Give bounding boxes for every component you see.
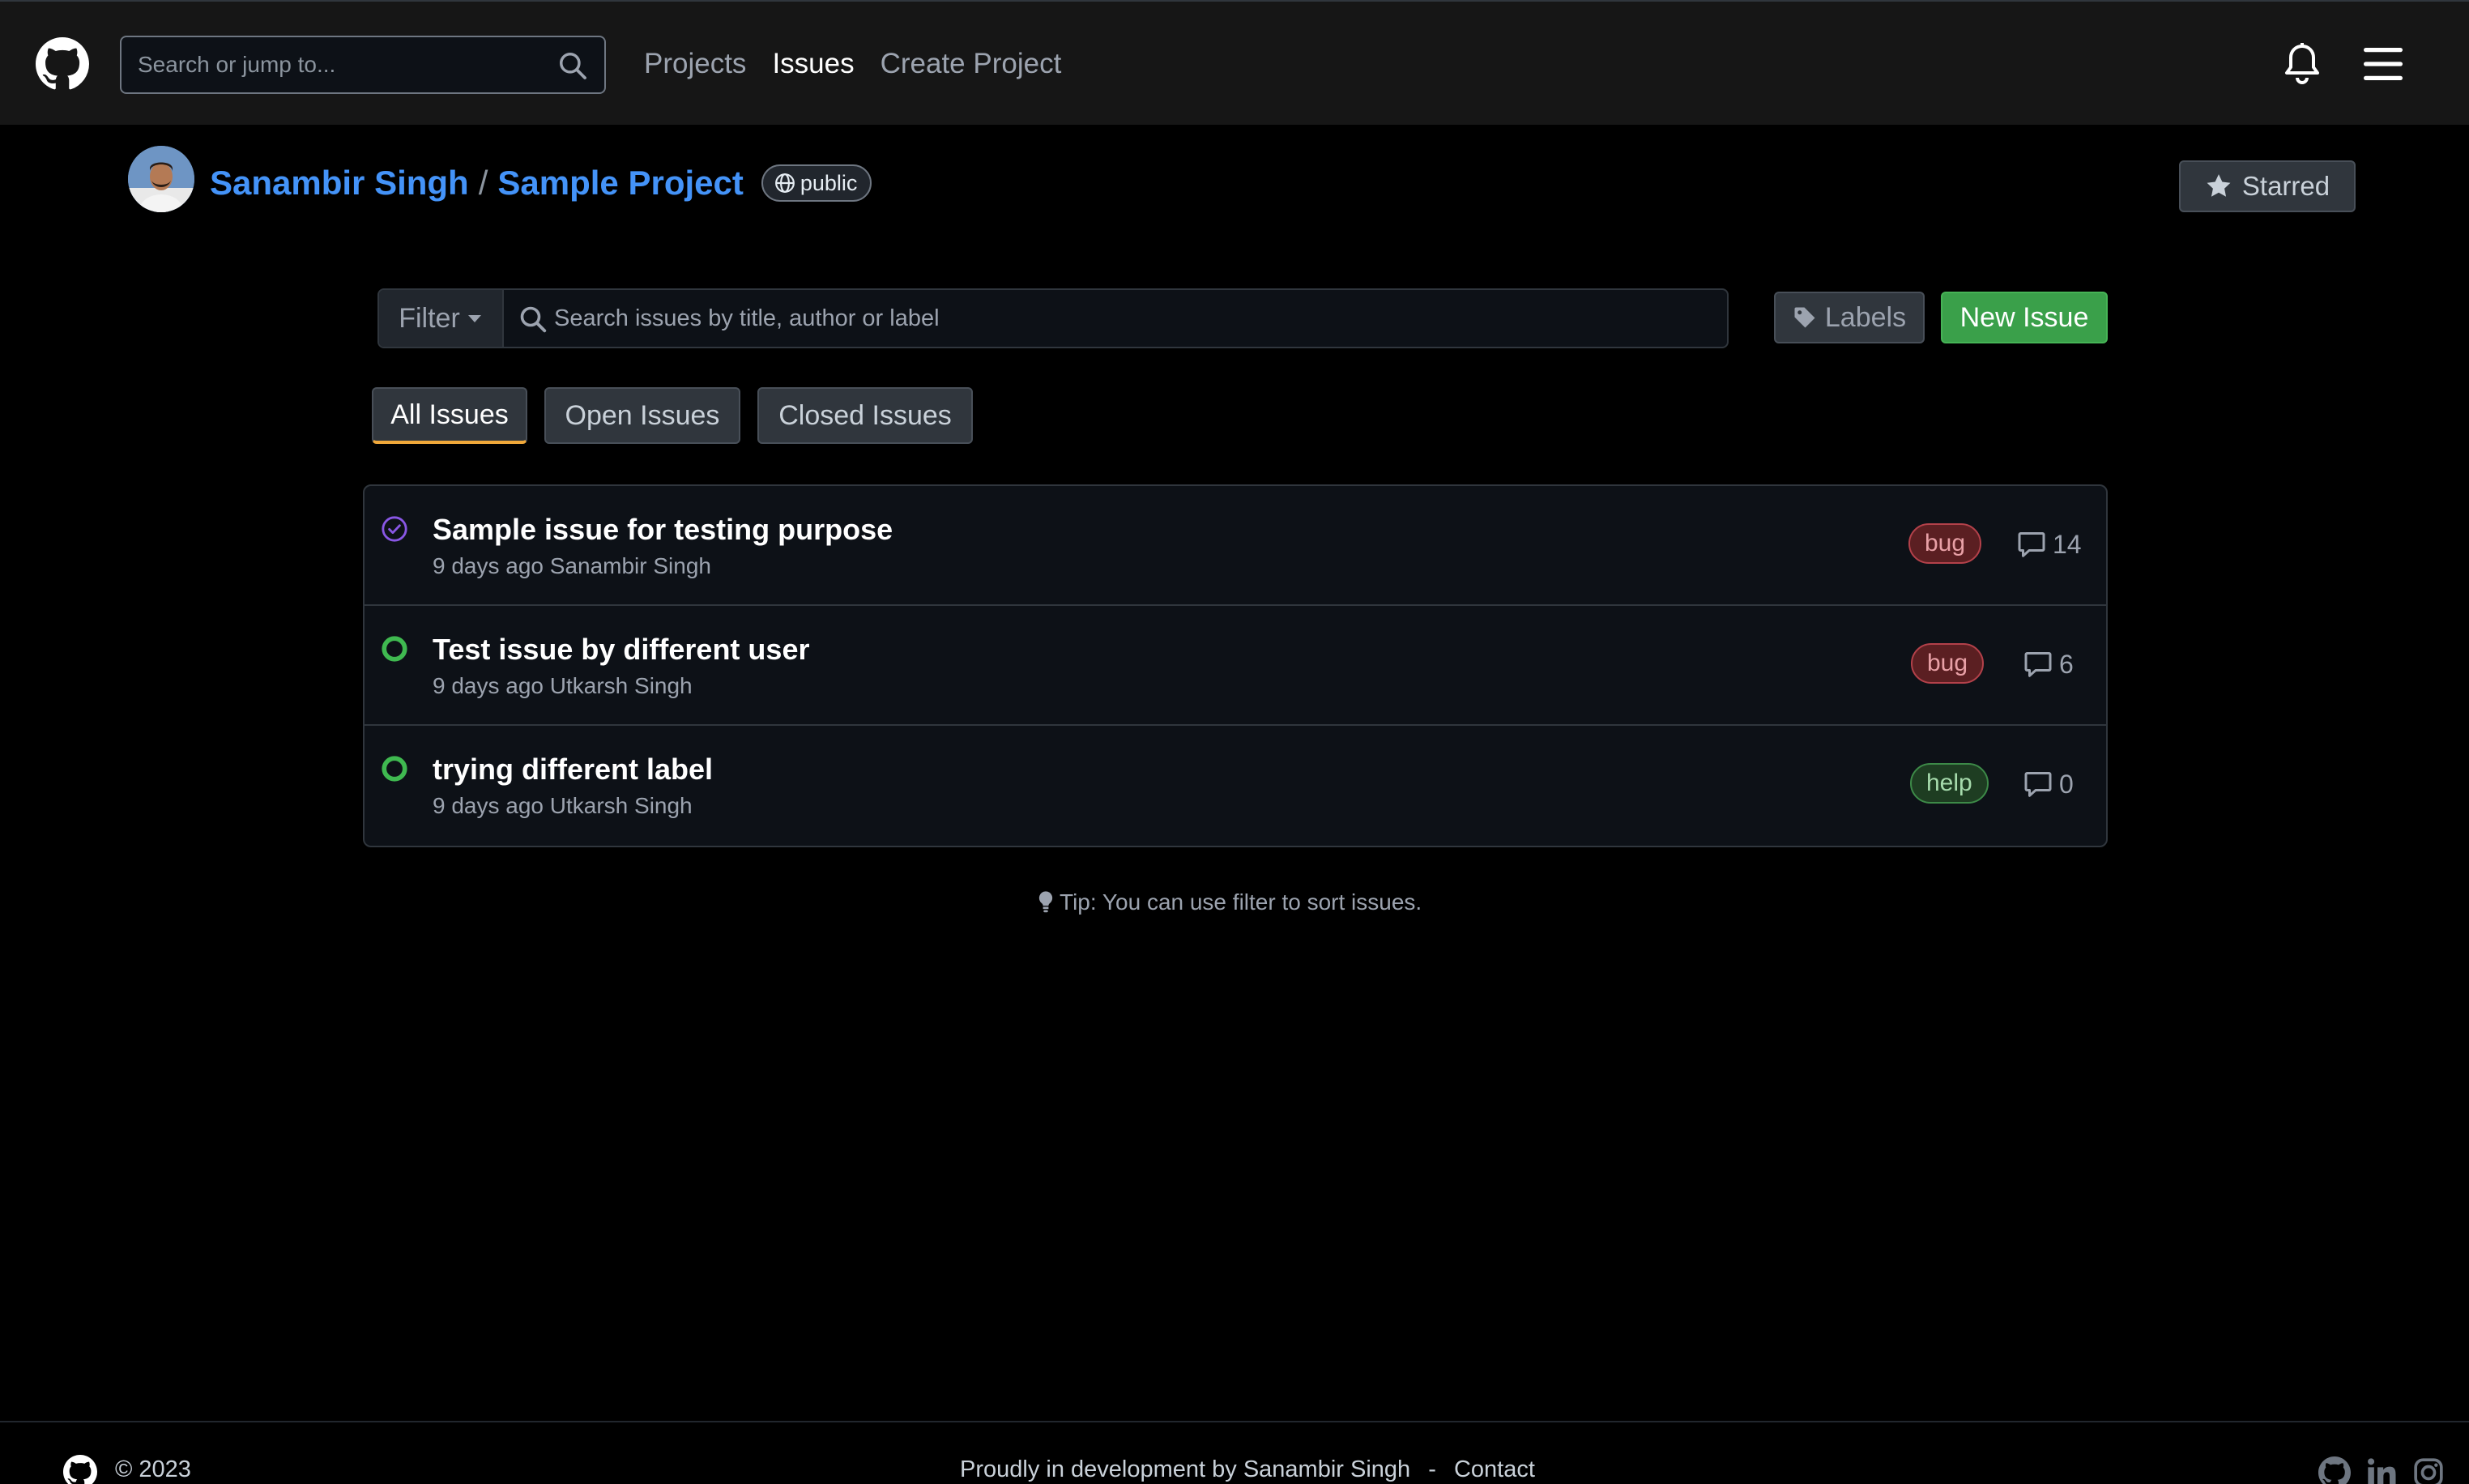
tab-closed-issues[interactable]: Closed Issues xyxy=(757,387,973,444)
github-icon[interactable] xyxy=(2318,1456,2351,1484)
tip-label: Tip: You can use filter to sort issues. xyxy=(1060,889,1422,915)
issue-label-bug[interactable]: bug xyxy=(1911,643,1985,684)
starred-button[interactable]: Starred xyxy=(2179,160,2356,212)
filter-label: Filter xyxy=(399,302,460,334)
issue-label-help[interactable]: help xyxy=(1910,763,1989,804)
top-nav: Projects Issues Create Project xyxy=(0,0,2469,125)
nav-link-issues[interactable]: Issues xyxy=(772,45,854,83)
hamburger-menu-icon[interactable] xyxy=(2364,45,2403,83)
issue-title-link[interactable]: Test issue by different user xyxy=(433,632,809,667)
issue-list: Sample issue for testing purpose 9 days … xyxy=(363,484,2108,847)
open-issue-icon xyxy=(382,636,407,662)
issue-meta: 9 days ago Sanambir Singh xyxy=(433,553,711,578)
issue-search-input[interactable] xyxy=(504,290,1727,347)
github-logo-icon[interactable] xyxy=(36,37,89,91)
tab-open-issues[interactable]: Open Issues xyxy=(544,387,740,444)
comment-count-value: 6 xyxy=(2059,650,2074,679)
filter-dropdown-button[interactable]: Filter xyxy=(379,290,504,347)
tag-icon xyxy=(1794,307,1815,328)
issue-filter-bar: Filter xyxy=(377,288,1729,348)
tip-text: Tip: You can use filter to sort issues. xyxy=(1037,889,1422,915)
labels-label: Labels xyxy=(1824,301,1907,333)
nav-link-projects[interactable]: Projects xyxy=(644,45,746,83)
search-icon[interactable] xyxy=(557,50,588,81)
comment-icon xyxy=(2024,772,2052,797)
breadcrumb: Sanambir Singh / Sample Project public xyxy=(210,162,872,204)
primary-nav: Projects Issues Create Project xyxy=(644,45,1061,83)
issue-title-link[interactable]: Sample issue for testing purpose xyxy=(433,512,893,548)
closed-issue-icon xyxy=(382,516,407,542)
credit-text: Proudly in development by Sanambir Singh xyxy=(960,1456,1411,1482)
issue-row[interactable]: Test issue by different user 9 days ago … xyxy=(365,606,2106,726)
avatar[interactable] xyxy=(128,146,194,212)
footer: © 2023 Proudly in development by Sanambi… xyxy=(0,1421,2469,1484)
global-search xyxy=(120,36,606,94)
repo-name-link[interactable]: Sample Project xyxy=(497,162,743,204)
nav-link-create-project[interactable]: Create Project xyxy=(881,45,1062,83)
github-logo-icon xyxy=(63,1455,97,1484)
labels-button[interactable]: Labels xyxy=(1774,292,1925,343)
issue-meta: 9 days ago Utkarsh Singh xyxy=(433,673,693,698)
caret-down-icon xyxy=(467,315,481,322)
comment-count-value: 14 xyxy=(2053,530,2082,559)
comment-count[interactable]: 0 xyxy=(2023,768,2074,800)
comment-count[interactable]: 6 xyxy=(2023,648,2074,680)
comment-count[interactable]: 14 xyxy=(2017,528,2082,561)
linkedin-icon[interactable] xyxy=(2365,1456,2398,1484)
new-issue-button[interactable]: New Issue xyxy=(1941,292,2108,343)
footer-separator: - xyxy=(1428,1456,1436,1482)
footer-credit: Proudly in development by Sanambir Singh… xyxy=(960,1456,1535,1483)
issue-title-link[interactable]: trying different label xyxy=(433,752,713,787)
bell-icon[interactable] xyxy=(2283,42,2322,87)
starred-label: Starred xyxy=(2241,171,2330,201)
lightbulb-icon xyxy=(1038,891,1053,913)
open-issue-icon xyxy=(382,756,407,782)
contact-link[interactable]: Contact xyxy=(1454,1456,1535,1482)
visibility-badge: public xyxy=(761,164,872,202)
issue-label-bug[interactable]: bug xyxy=(1908,523,1982,564)
comment-count-value: 0 xyxy=(2059,770,2074,799)
comment-icon xyxy=(2018,532,2045,557)
issue-row[interactable]: Sample issue for testing purpose 9 days … xyxy=(365,486,2106,606)
owner-link[interactable]: Sanambir Singh xyxy=(210,162,469,204)
globe-icon xyxy=(774,173,795,193)
comment-icon xyxy=(2024,652,2052,677)
issue-row[interactable]: trying different label 9 days ago Utkars… xyxy=(365,726,2106,846)
global-search-input[interactable] xyxy=(122,37,604,92)
visibility-label: public xyxy=(800,171,858,195)
issue-meta: 9 days ago Utkarsh Singh xyxy=(433,793,693,818)
copyright-text: © 2023 xyxy=(115,1456,191,1482)
issue-search xyxy=(504,290,1727,347)
instagram-icon[interactable] xyxy=(2412,1456,2445,1484)
tab-all-issues[interactable]: All Issues xyxy=(372,387,527,444)
breadcrumb-separator: / xyxy=(478,164,488,202)
search-icon xyxy=(520,306,547,333)
star-icon xyxy=(2207,174,2231,197)
